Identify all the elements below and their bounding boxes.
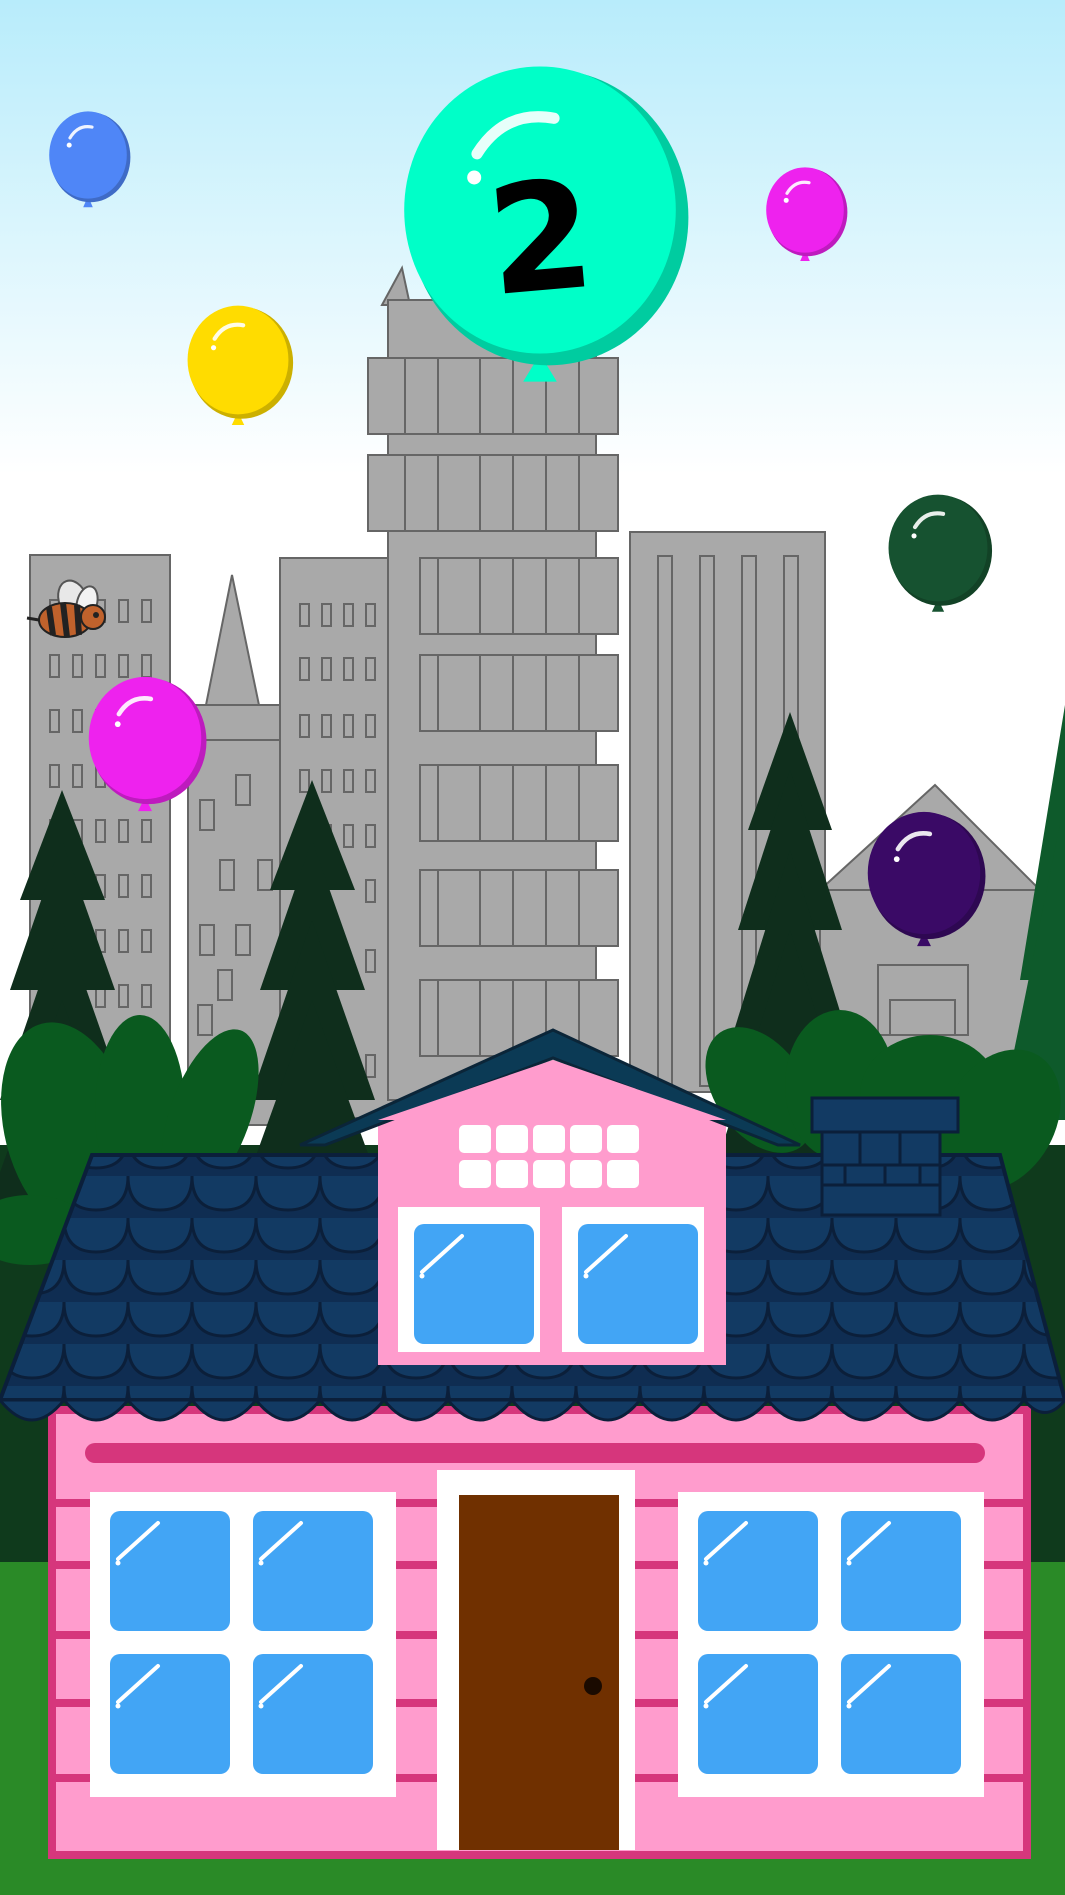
window-pane <box>839 1652 963 1776</box>
window-pane <box>251 1652 375 1776</box>
building-tower <box>367 265 619 1101</box>
window-pane <box>696 1652 820 1776</box>
window-pane <box>576 1222 700 1346</box>
house <box>0 1028 1065 1859</box>
front-door[interactable] <box>459 1495 619 1850</box>
window-pane <box>839 1509 963 1633</box>
game-scene: 2 <box>0 0 1065 1895</box>
window-pane <box>108 1509 232 1633</box>
window-pane <box>412 1222 536 1346</box>
counter-number: 2 <box>481 148 600 330</box>
window-pane <box>108 1652 232 1776</box>
chimney <box>820 1128 942 1217</box>
window-pane <box>696 1509 820 1633</box>
window-pane <box>251 1509 375 1633</box>
door-knob <box>584 1677 602 1695</box>
chimney-cap <box>810 1096 960 1134</box>
